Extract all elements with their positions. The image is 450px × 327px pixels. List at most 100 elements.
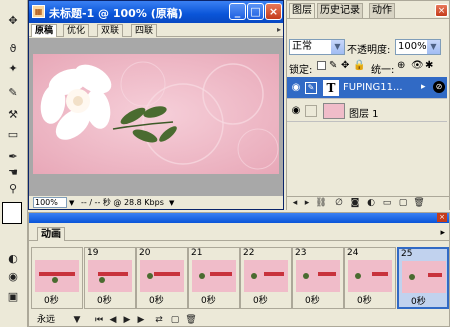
blend-mode-value: 正常 xyxy=(292,41,312,52)
scroll-left-icon[interactable]: ◂ xyxy=(289,198,301,209)
adjustment-layer-icon[interactable]: ◐ xyxy=(365,198,377,209)
unify-visibility-icon[interactable]: 👁 xyxy=(411,60,424,71)
blend-mode-select[interactable]: 正常 ▼ xyxy=(289,39,345,55)
frame-delay[interactable]: 0秒 xyxy=(357,296,372,306)
info-dropdown-icon[interactable]: ▼ xyxy=(169,197,174,209)
loop-select[interactable]: 永远 xyxy=(31,314,71,326)
unify-style-icon[interactable]: ✱ xyxy=(425,60,433,71)
frame-delay[interactable]: 0秒 xyxy=(201,296,216,306)
magic-wand-icon[interactable]: ✦ xyxy=(4,62,22,76)
lock-transparency-checkbox[interactable] xyxy=(317,61,326,70)
frame-thumbnail xyxy=(192,260,236,292)
panel-close-icon[interactable]: × xyxy=(435,4,448,17)
frame-delay[interactable]: 0秒 xyxy=(149,296,164,306)
new-group-icon[interactable]: ▭ xyxy=(381,198,393,209)
animation-frame[interactable]: 22 0秒 xyxy=(240,247,292,309)
screen-mode-icon[interactable]: ▣ xyxy=(4,290,22,304)
next-frame-icon[interactable]: ▶ xyxy=(135,314,147,326)
opacity-field[interactable]: 100% ▼ xyxy=(395,39,441,55)
link-layers-icon[interactable]: ⛓ xyxy=(315,198,327,209)
frame-delay[interactable]: 0秒 xyxy=(97,296,112,306)
animation-frame[interactable]: 21 0秒 xyxy=(188,247,240,309)
add-mask-icon[interactable]: ◙ xyxy=(349,198,361,209)
eraser-icon[interactable]: ▭ xyxy=(4,128,22,142)
tab-scroll-right-icon[interactable]: ▸ xyxy=(277,25,281,34)
layer-effects-arrow-icon[interactable]: ▸ xyxy=(421,82,426,92)
panel-menu-icon[interactable]: ▸ xyxy=(440,228,445,238)
frame-delay[interactable]: 0秒 xyxy=(305,296,320,306)
document-canvas[interactable] xyxy=(33,54,279,174)
previous-frame-icon[interactable]: ◀ xyxy=(107,314,119,326)
frame-number: 22 xyxy=(243,248,255,258)
brush-tool-icon[interactable]: ✎ xyxy=(4,86,22,100)
minimize-button[interactable]: _ xyxy=(229,3,246,20)
layer-name-image[interactable]: 图层 1 xyxy=(349,105,379,120)
layer-row-text[interactable]: ◉ ✎ T FUPING11... ▸ ⊘ xyxy=(287,77,447,99)
lock-all-icon[interactable]: 🔒 xyxy=(353,60,365,71)
move-tool-icon[interactable]: ✥ xyxy=(4,14,22,28)
first-frame-icon[interactable]: ⏮ xyxy=(93,314,105,326)
frame-delay[interactable]: 0秒 xyxy=(411,297,426,307)
frame-number: 25 xyxy=(401,249,413,259)
layer-row-image[interactable]: ◉ 图层 1 xyxy=(287,100,447,122)
play-icon[interactable]: ▶ xyxy=(121,314,133,326)
quick-mask-icon[interactable]: ◐ xyxy=(4,252,22,266)
link-slot[interactable] xyxy=(305,105,317,117)
layer-style-icon[interactable]: ∅ xyxy=(333,198,345,209)
frame-delay[interactable]: 0秒 xyxy=(44,296,59,306)
tab-optimized[interactable]: 优化 xyxy=(63,24,90,37)
new-frame-icon[interactable]: ▢ xyxy=(169,314,181,326)
tab-original[interactable]: 原稿 xyxy=(31,24,58,37)
animation-frame[interactable]: 20 0秒 xyxy=(136,247,188,309)
scroll-right-icon[interactable]: ▸ xyxy=(301,198,313,209)
pen-tool-icon[interactable]: ✒ xyxy=(4,150,22,164)
foreground-color-swatch[interactable] xyxy=(2,202,22,224)
frame-number: 23 xyxy=(295,248,307,258)
tab-actions[interactable]: 动作 xyxy=(369,3,395,18)
clone-stamp-icon[interactable]: ⚒ xyxy=(4,108,22,122)
jump-to-imageready-icon[interactable]: ◉ xyxy=(4,270,22,284)
canvas-artwork xyxy=(33,54,279,174)
eye-icon[interactable]: ◉ xyxy=(289,81,303,95)
lock-move-icon[interactable]: ✥ xyxy=(341,60,349,71)
animation-panel-titlebar[interactable]: × xyxy=(29,213,449,223)
document-window: ▦ 未标题-1 @ 100% (原稿) _ □ × 原稿 优化 双联 四联 ▸ xyxy=(28,0,284,210)
tab-history[interactable]: 历史记录 xyxy=(317,3,363,18)
document-titlebar[interactable]: ▦ 未标题-1 @ 100% (原稿) _ □ × xyxy=(29,1,283,23)
delete-frame-icon[interactable]: 🗑 xyxy=(185,314,197,326)
maximize-button[interactable]: □ xyxy=(247,3,264,20)
tab-2up[interactable]: 双联 xyxy=(97,24,124,37)
animation-frame[interactable]: 0秒 xyxy=(31,247,83,309)
close-button[interactable]: × xyxy=(265,3,282,20)
brush-link-icon[interactable]: ✎ xyxy=(305,82,317,94)
layer-name-text[interactable]: FUPING11... xyxy=(343,82,403,93)
tab-animation[interactable]: 动画 xyxy=(37,227,65,241)
eye-icon[interactable]: ◉ xyxy=(289,104,303,118)
hand-tool-icon[interactable]: ☚ xyxy=(4,166,22,180)
image-layer-thumbnail xyxy=(323,103,345,119)
frame-thumbnail xyxy=(88,260,132,292)
new-layer-icon[interactable]: ▢ xyxy=(397,198,409,209)
lock-brush-icon[interactable]: ✎ xyxy=(329,60,337,71)
frame-number: 24 xyxy=(347,248,359,258)
opacity-label: 不透明度: xyxy=(347,45,391,56)
zoom-dropdown-icon[interactable]: ▼ xyxy=(69,197,74,209)
panel-close-icon[interactable]: × xyxy=(437,213,447,222)
animation-frame[interactable]: 24 0秒 xyxy=(344,247,396,309)
animation-frame[interactable]: 19 0秒 xyxy=(84,247,136,309)
loop-dropdown-icon[interactable]: ▼ xyxy=(71,314,83,326)
zoom-tool-icon[interactable]: ⚲ xyxy=(4,182,22,196)
unify-label: 统一: xyxy=(371,65,395,76)
animation-frame-selected[interactable]: 25 0秒 xyxy=(397,247,449,309)
download-time-info[interactable]: -- / -- 秒 @ 28.8 Kbps xyxy=(81,197,164,209)
frame-delay[interactable]: 0秒 xyxy=(253,296,268,306)
animation-frame[interactable]: 23 0秒 xyxy=(292,247,344,309)
zoom-field[interactable]: 100% xyxy=(33,197,67,208)
tab-layers[interactable]: 图层 xyxy=(289,3,315,18)
lasso-tool-icon[interactable]: ϑ xyxy=(4,42,22,56)
layer-effects-icon[interactable]: ⊘ xyxy=(433,81,445,93)
delete-layer-icon[interactable]: 🗑 xyxy=(413,198,425,209)
tween-icon[interactable]: ⇄ xyxy=(153,314,165,326)
unify-position-icon[interactable]: ⊕ xyxy=(397,60,405,71)
tab-4up[interactable]: 四联 xyxy=(131,24,158,37)
